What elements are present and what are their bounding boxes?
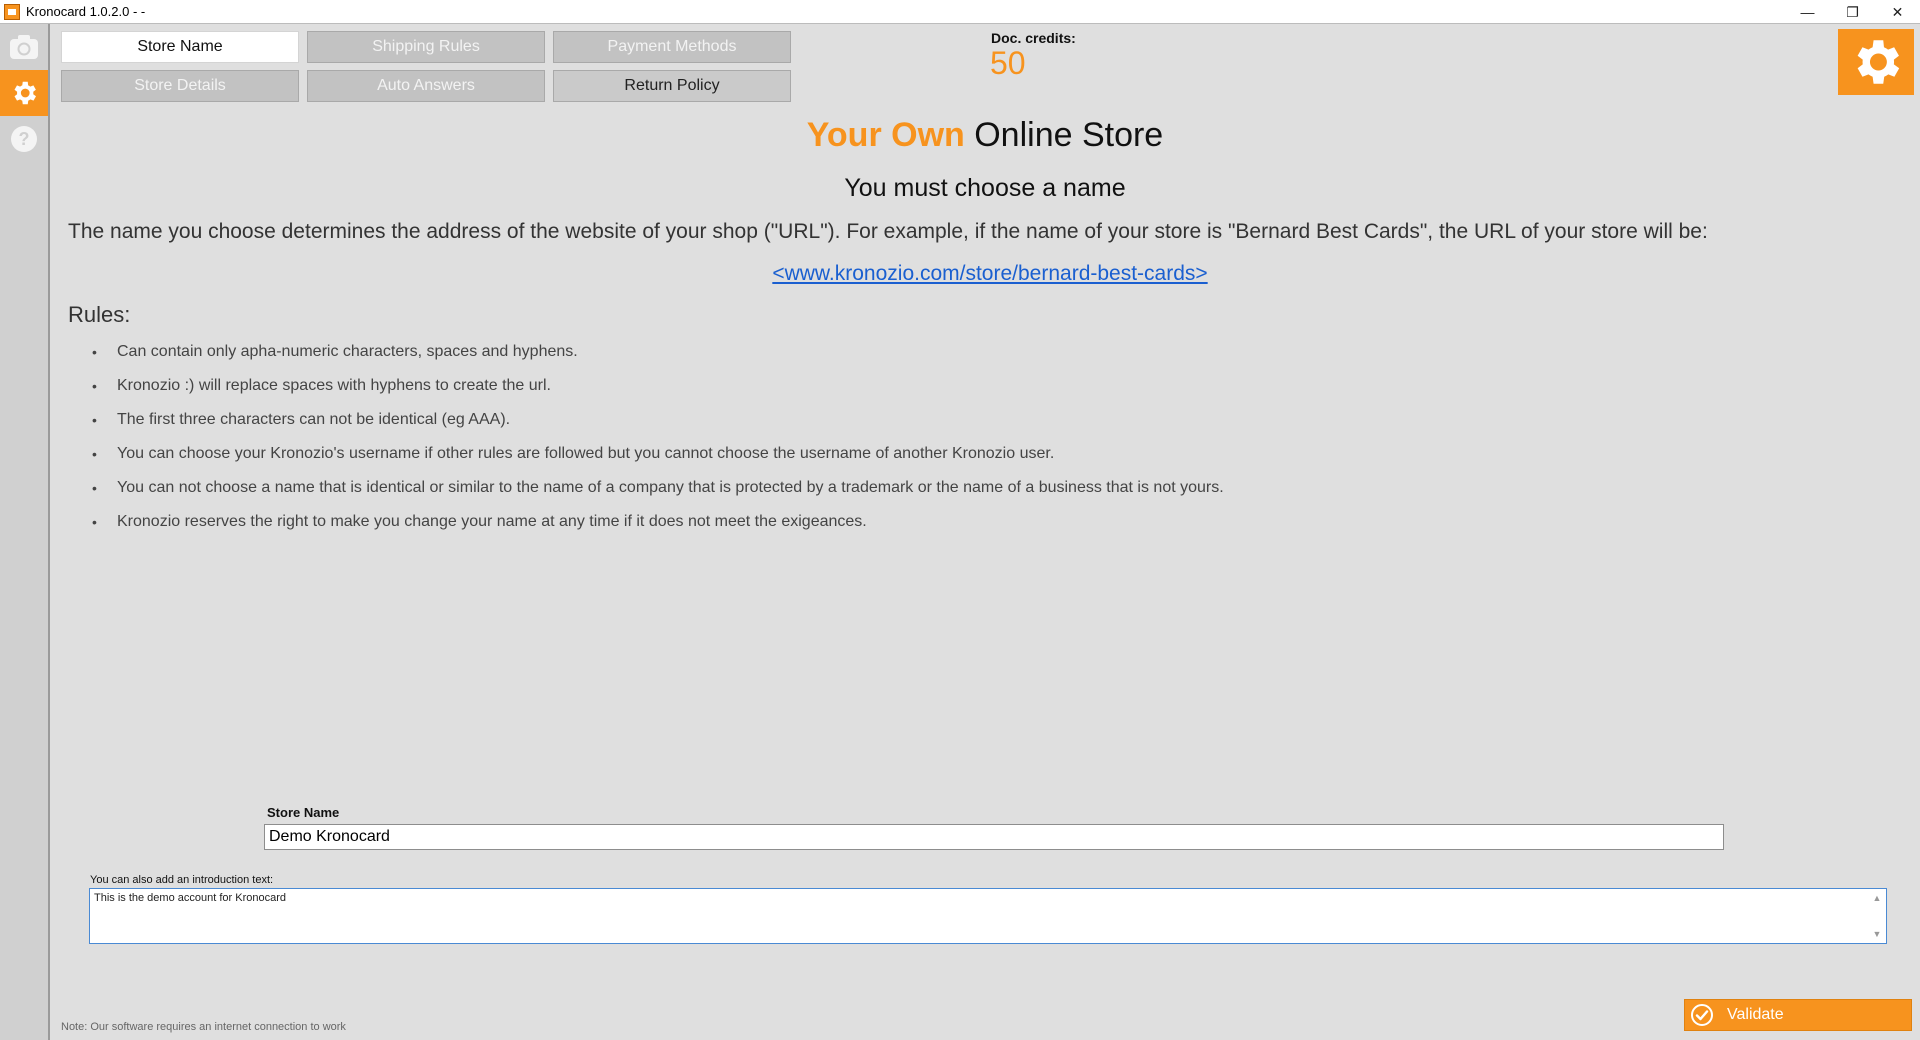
rule-item: The first three characters can not be id… bbox=[68, 408, 1224, 442]
tab-return-policy[interactable]: Return Policy bbox=[553, 70, 791, 102]
store-name-input[interactable] bbox=[264, 824, 1724, 850]
page-subtitle: You must choose a name bbox=[844, 174, 1126, 202]
gear-icon bbox=[14, 81, 36, 105]
example-url-link[interactable]: <www.kronozio.com/store/bernard-best-car… bbox=[60, 262, 1920, 286]
camera-icon bbox=[10, 35, 38, 59]
tab-payment-methods[interactable]: Payment Methods bbox=[553, 31, 791, 63]
rule-item: You can not choose a name that is identi… bbox=[68, 476, 1224, 510]
restore-button[interactable]: ❐ bbox=[1830, 0, 1875, 24]
tab-store-name[interactable]: Store Name bbox=[61, 31, 299, 63]
rules-list: Can contain only apha-numeric characters… bbox=[68, 340, 1224, 544]
page-title: Your Own Online Store bbox=[60, 116, 1910, 155]
rules-heading: Rules: bbox=[68, 302, 131, 327]
sidebar-item-camera[interactable] bbox=[0, 24, 48, 70]
credits-value: 50 bbox=[990, 45, 1026, 81]
rule-item: Kronozio reserves the right to make you … bbox=[68, 510, 1224, 544]
rule-item: Kronozio :) will replace spaces with hyp… bbox=[68, 374, 1224, 408]
intro-text-label: You can also add an introduction text: bbox=[90, 874, 274, 886]
left-sidebar: ? bbox=[0, 24, 50, 1040]
sidebar-item-help[interactable]: ? bbox=[0, 116, 48, 162]
sidebar-item-settings[interactable] bbox=[0, 70, 48, 116]
minimize-button[interactable]: — bbox=[1785, 0, 1830, 24]
settings-button[interactable] bbox=[1838, 29, 1914, 95]
tab-store-details[interactable]: Store Details bbox=[61, 70, 299, 102]
rule-item: Can contain only apha-numeric characters… bbox=[68, 340, 1224, 374]
connection-note: Note: Our software requires an internet … bbox=[61, 1021, 346, 1033]
help-icon: ? bbox=[11, 126, 37, 152]
app-icon bbox=[4, 3, 20, 20]
validate-label: Validate bbox=[1727, 1006, 1784, 1023]
textarea-scroll-down[interactable]: ▼ bbox=[1870, 928, 1884, 940]
page-title-accent: Your Own bbox=[806, 116, 965, 154]
credits-label: Doc. credits: bbox=[991, 30, 1076, 46]
textarea-scroll-up[interactable]: ▲ bbox=[1870, 892, 1884, 904]
page-title-rest: Online Store bbox=[964, 116, 1164, 154]
window-controls: — ❐ ✕ bbox=[1785, 0, 1920, 24]
check-circle-icon bbox=[1691, 1004, 1713, 1026]
rule-item: You can choose your Kronozio's username … bbox=[68, 442, 1224, 476]
gear-icon bbox=[1857, 40, 1900, 84]
intro-text-area[interactable]: This is the demo account for Kronocard bbox=[89, 888, 1887, 944]
example-url-text[interactable]: <www.kronozio.com/store/bernard-best-car… bbox=[772, 262, 1207, 285]
url-description: The name you choose determines the addre… bbox=[68, 220, 1708, 243]
svg-text:?: ? bbox=[19, 129, 30, 149]
validate-button[interactable]: Validate bbox=[1684, 999, 1912, 1031]
window-title: Kronocard 1.0.2.0 - - bbox=[26, 4, 146, 19]
close-button[interactable]: ✕ bbox=[1875, 0, 1920, 24]
title-bar: Kronocard 1.0.2.0 - - — ❐ ✕ bbox=[0, 0, 1920, 24]
tab-shipping-rules[interactable]: Shipping Rules bbox=[307, 31, 545, 63]
tab-auto-answers[interactable]: Auto Answers bbox=[307, 70, 545, 102]
store-name-label: Store Name bbox=[267, 805, 340, 820]
